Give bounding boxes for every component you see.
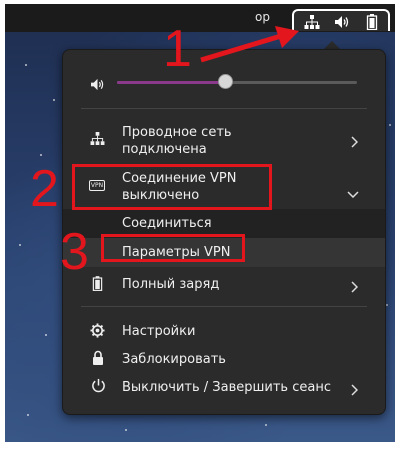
annotation-arrow (200, 26, 299, 63)
desktop-background: op Проводное сеть подключена VPN Соедине… (5, 4, 395, 442)
